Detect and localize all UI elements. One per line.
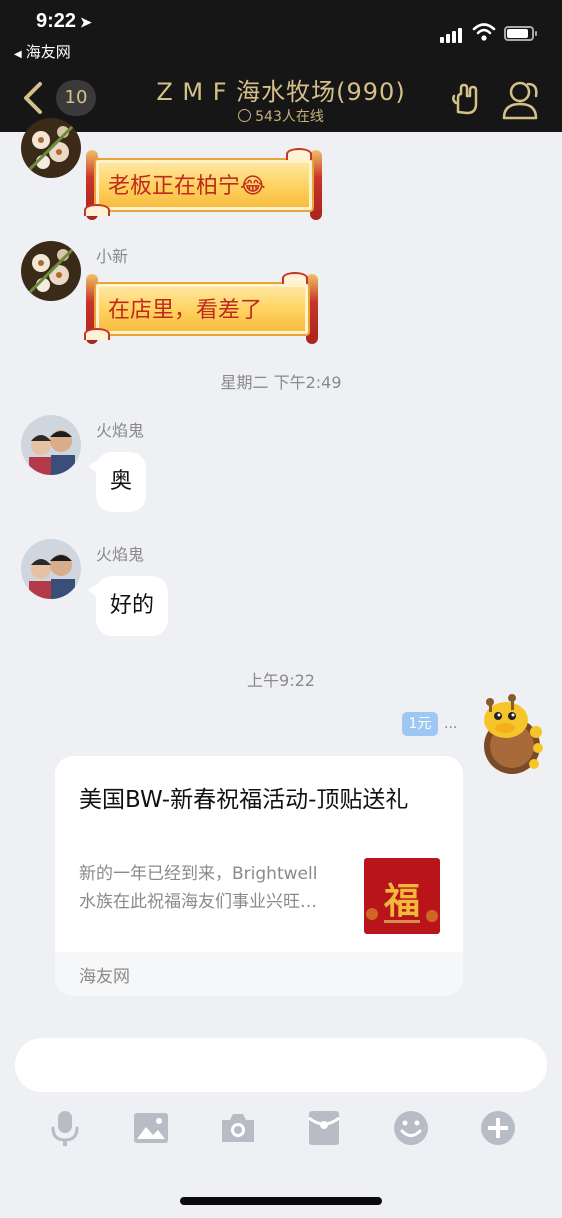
timestamp: 上午9:22 — [247, 671, 315, 690]
chat-title: Z M F 海水牧场(990) — [156, 78, 406, 106]
message-text: 在店里，看差了 — [108, 298, 263, 323]
unread-count-badge[interactable]: 10 — [56, 80, 96, 116]
message-bubble[interactable]: 奥 — [87, 452, 147, 512]
typing-indicator: ··· — [444, 720, 458, 736]
red-packet-icon[interactable] — [304, 1108, 344, 1148]
avatar[interactable] — [21, 539, 81, 599]
back-triangle-icon: ◀ — [14, 49, 22, 60]
message-input[interactable] — [15, 1038, 547, 1092]
avatar[interactable] — [21, 118, 81, 178]
card-description: 新的一年已经到来，Brightwell 水族在此祝福海友们事业兴旺… — [79, 864, 318, 912]
message-bubble[interactable]: 老板正在柏宁😂 — [84, 148, 322, 224]
message-bubble[interactable]: 在店里，看差了 — [84, 272, 318, 348]
pay-badge[interactable]: 1元 — [402, 712, 438, 736]
camera-icon[interactable] — [218, 1108, 258, 1148]
card-title: 美国BW-新春祝福活动-顶贴送礼 — [79, 787, 409, 813]
microphone-icon[interactable] — [45, 1108, 85, 1148]
home-indicator[interactable] — [180, 1197, 382, 1205]
card-thumbnail: 福 — [364, 858, 440, 934]
sender-name: 火焰鬼 — [96, 545, 145, 564]
cellular-signal-icon — [440, 24, 464, 43]
message-bubble[interactable]: 好的 — [87, 576, 169, 636]
image-icon[interactable] — [131, 1108, 171, 1148]
timestamp: 星期二 下午2:49 — [220, 373, 342, 392]
card-source: 海友网 — [79, 967, 130, 987]
message-text: 老板正在柏宁😂 — [108, 174, 266, 199]
giraffe-avatar[interactable] — [476, 692, 548, 780]
message-text: 好的 — [110, 593, 155, 618]
cloud-ornament-icon — [282, 272, 308, 284]
avatar[interactable] — [21, 241, 81, 301]
sender-name: 火焰鬼 — [96, 421, 145, 440]
cloud-ornament-icon — [286, 148, 312, 160]
status-time: 9:22 ➤ — [36, 10, 92, 33]
online-count-text: 543人在线 — [255, 109, 324, 125]
wifi-icon — [472, 22, 496, 46]
battery-icon — [504, 26, 537, 41]
hand-gesture-icon[interactable] — [450, 82, 484, 120]
clock-text: 9:22 — [36, 10, 77, 32]
sender-name: 小新 — [96, 247, 129, 266]
back-to-app-link[interactable]: ◀ 海友网 — [14, 41, 71, 62]
plus-icon[interactable] — [478, 1108, 518, 1148]
link-share-card[interactable]: 美国BW-新春祝福活动-顶贴送礼 新的一年已经到来，Brightwell 水族在… — [55, 756, 463, 996]
message-text: 奥 — [110, 469, 133, 494]
top-bar: 9:22 ➤ ◀ 海友网 10 Z M F 海水牧场(990) 543人在线 — [0, 0, 562, 132]
fu-character: 福 — [383, 880, 420, 922]
location-arrow-icon: ➤ — [80, 14, 92, 30]
message-input-field[interactable] — [15, 1038, 547, 1092]
avatar[interactable] — [21, 415, 81, 475]
online-count: 543人在线 — [120, 106, 442, 126]
back-app-label: 海友网 — [25, 43, 71, 61]
clock-icon — [238, 109, 252, 122]
back-chevron-icon[interactable] — [20, 80, 50, 116]
emoji-icon[interactable] — [391, 1108, 431, 1148]
cloud-ornament-icon — [84, 328, 110, 340]
cloud-ornament-icon — [84, 204, 110, 216]
group-members-icon[interactable] — [498, 78, 542, 124]
